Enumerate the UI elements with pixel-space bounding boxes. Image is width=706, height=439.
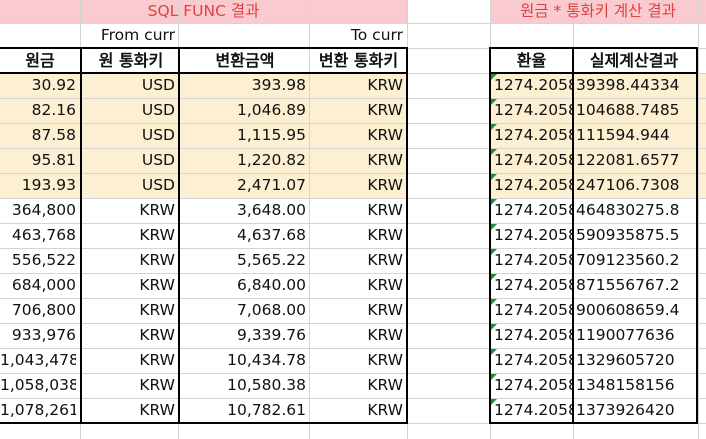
sql-table-border: [0, 47, 408, 424]
to-curr-label[interactable]: To curr: [313, 23, 403, 48]
sql-col-divider-1: [80, 47, 82, 424]
sql-col-divider-2: [178, 47, 180, 424]
sql-section-title[interactable]: SQL FUNC 결과: [0, 0, 407, 23]
calc-col-divider: [572, 47, 574, 424]
gridline-vertical: [698, 0, 699, 439]
sql-header-divider: [0, 72, 407, 74]
calc-table-border: [489, 47, 698, 424]
calc-header-divider: [489, 72, 698, 74]
calc-section-title[interactable]: 원금 * 통화키 계산 결과: [490, 0, 706, 23]
from-curr-label[interactable]: From curr: [83, 23, 175, 48]
